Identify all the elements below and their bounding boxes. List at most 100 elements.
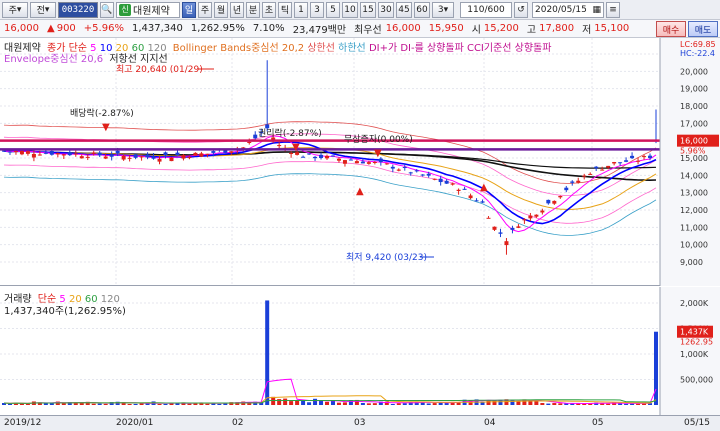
candle-body[interactable] [336,158,341,161]
candle-body[interactable] [181,155,186,159]
candle-body[interactable] [127,157,132,159]
candle-body[interactable] [414,170,419,172]
date-picker[interactable]: 2020/05/15 ▦ [532,1,604,18]
legend-bollinger[interactable]: Bollinger Bands중심선 20,2 [173,43,304,54]
interval-1-button[interactable]: 1 [294,1,308,18]
candle-body[interactable] [348,159,353,161]
interval-60-button[interactable]: 60 [414,1,430,18]
volume-bar[interactable] [157,403,162,405]
volume-bar[interactable] [654,331,658,405]
candle-body[interactable] [612,162,617,164]
volume-bar[interactable] [265,300,270,405]
candle-body[interactable] [456,189,461,191]
candle-body[interactable] [402,167,407,169]
candle-body[interactable] [408,172,413,174]
volume-bar[interactable] [25,403,30,405]
candle-body[interactable] [360,161,365,164]
candle-body[interactable] [534,214,539,217]
menu-icon[interactable]: ≡ [606,1,620,18]
candle-body[interactable] [25,151,30,154]
candle-body[interactable] [175,152,180,156]
candle-body[interactable] [109,154,114,157]
calendar-icon[interactable]: ▦ [592,5,601,15]
legend-bb-upper[interactable]: 상한선 [307,43,335,54]
stock-code-input[interactable]: 003220 [58,1,98,18]
candle-body[interactable] [289,152,294,154]
volume-bar[interactable] [336,402,341,405]
candle-body[interactable] [151,156,156,159]
candle-body[interactable] [319,154,324,159]
candle-body[interactable] [103,156,108,159]
candle-body[interactable] [564,187,569,191]
candle-body[interactable] [193,152,198,156]
volume-bar[interactable] [217,403,222,405]
candle-body[interactable] [229,151,234,153]
volume-bar[interactable] [103,403,108,405]
candle-body[interactable] [7,151,12,153]
candle-body[interactable] [366,162,371,164]
volume-bar[interactable] [360,402,365,405]
volume-bar[interactable] [624,403,629,405]
period-minute-button[interactable]: 분 [246,1,260,18]
candle-body[interactable] [474,200,479,202]
candle-body[interactable] [492,226,497,230]
legend-dmi-signal[interactable]: DI+가 DI-를 상향돌파 [369,43,464,54]
volume-bar[interactable] [133,403,138,405]
candle-body[interactable] [49,150,54,155]
custom-interval-dropdown[interactable]: 3 ▾ [432,1,454,18]
candle-body[interactable] [31,153,36,158]
legend-resistance[interactable]: 저항선 [109,54,137,65]
candle-body[interactable] [354,161,359,164]
candle-body[interactable] [486,217,491,219]
period-week-button[interactable]: 주 [198,1,212,18]
candle-body[interactable] [522,219,527,221]
volume-bar[interactable] [636,403,641,405]
history-icon[interactable]: ↺ [514,1,528,18]
data-count-field[interactable]: 110/600 [460,1,512,18]
interval-30-button[interactable]: 30 [378,1,394,18]
volume-bar[interactable] [319,400,324,405]
candle-body[interactable] [516,226,521,228]
candle-body[interactable] [540,210,545,213]
volume-bar[interactable] [366,403,371,405]
volume-bar[interactable] [342,402,347,405]
price-chart[interactable]: 최고 20,640 (01/29) 최저 9,420 (03/23) 배당락(-2.… [0,38,720,286]
period-second-button[interactable]: 초 [262,1,276,18]
candle-body[interactable] [546,199,551,204]
candle-body[interactable] [115,150,120,154]
price-chart-panel[interactable]: 최고 20,640 (01/29) 최저 9,420 (03/23) 배당락(-2.… [0,38,720,286]
candle-body[interactable] [444,180,449,184]
candle-body[interactable] [636,160,641,162]
candle-body[interactable] [247,141,252,143]
candle-body[interactable] [199,153,204,157]
candle-body[interactable] [85,156,90,158]
candle-body[interactable] [301,156,306,158]
candle-body[interactable] [307,153,312,155]
stock-name-field[interactable]: 신 대원제약 [116,1,180,18]
volume-bar[interactable] [552,403,557,405]
volume-bar[interactable] [540,403,545,405]
volume-bar[interactable] [283,398,288,405]
legend-envelope[interactable]: Envelope중심선 20,6 [4,54,103,65]
candle-body[interactable] [97,152,102,156]
sell-button[interactable]: 매도 [688,21,718,37]
candle-body[interactable] [133,154,138,158]
volume-bar[interactable] [606,403,611,405]
volume-bar[interactable] [396,403,401,405]
candle-body[interactable] [582,175,587,177]
candle-body[interactable] [606,165,611,168]
volume-bar[interactable] [163,403,168,405]
volume-bar[interactable] [289,401,294,405]
volume-bar[interactable] [402,403,407,405]
candle-body[interactable] [378,158,383,163]
volume-bar[interactable] [558,403,563,405]
volume-bar[interactable] [313,398,318,405]
candle-body[interactable] [325,155,330,159]
candle-body[interactable] [277,145,282,147]
candle-body[interactable] [576,180,581,183]
volume-bar[interactable] [61,403,66,405]
candle-body[interactable] [618,162,623,164]
candle-body[interactable] [313,156,318,159]
volume-bar[interactable] [492,400,497,405]
volume-bar[interactable] [546,403,551,405]
